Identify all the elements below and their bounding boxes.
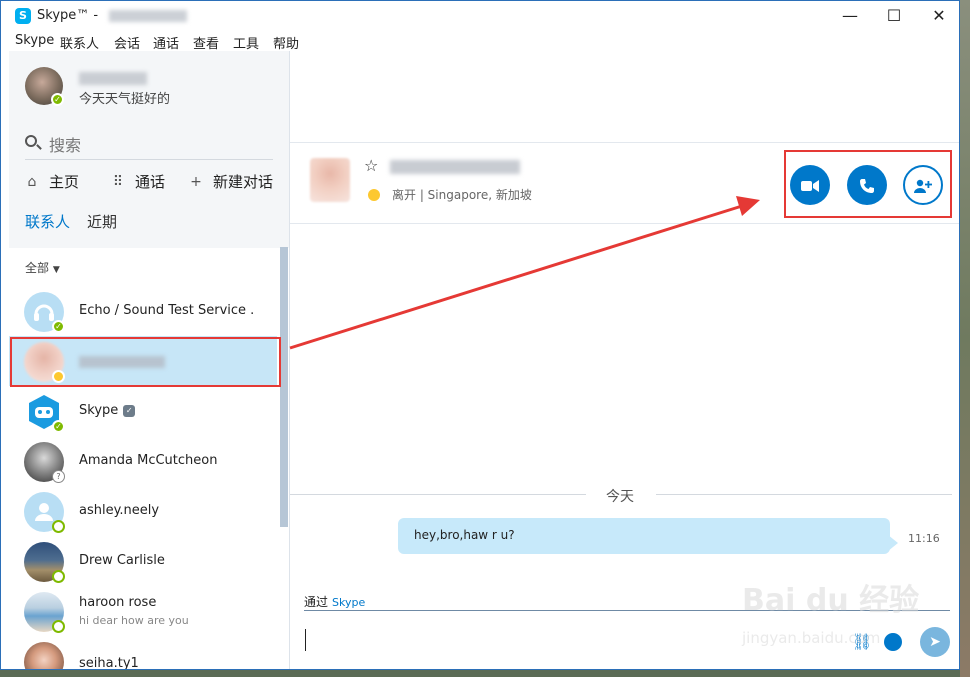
- search-icon: [25, 135, 37, 147]
- contact-drew[interactable]: Drew Carlisle: [9, 536, 277, 586]
- search-divider: [25, 159, 273, 160]
- away-clock-icon: [368, 189, 380, 201]
- profile-mood[interactable]: 今天天气挺好的: [79, 88, 170, 107]
- home-icon: ⌂: [27, 173, 37, 190]
- minimize-button[interactable]: —: [827, 1, 873, 31]
- contact-name: seiha.ty1: [79, 656, 139, 669]
- online-status-icon: ✓: [52, 320, 65, 333]
- dialpad-icon: ⠿: [112, 173, 124, 190]
- menu-call[interactable]: 通话: [153, 33, 179, 52]
- nav-new-chat-label: 新建对话: [213, 173, 274, 191]
- menu-bar: Skype 联系人 会话 通话 查看 工具 帮助: [1, 31, 959, 52]
- skype-window: S Skype™ - — ☐ ✕ Skype 联系人 会话 通话 查看 工具 帮…: [0, 0, 960, 670]
- contact-amanda[interactable]: ? Amanda McCutcheon: [9, 436, 277, 486]
- title-bar: S Skype™ - — ☐ ✕: [1, 1, 959, 31]
- contact-name: ashley.neely: [79, 503, 160, 518]
- offline-status-icon: [52, 620, 65, 633]
- annotation-box-contact: [10, 337, 281, 387]
- via-service-selector[interactable]: 通过 Skype: [304, 593, 365, 610]
- search-input[interactable]: 搜索: [49, 132, 81, 156]
- menu-skype[interactable]: Skype: [15, 33, 54, 48]
- maximize-button[interactable]: ☐: [871, 1, 917, 31]
- conversation-avatar[interactable]: [310, 158, 350, 202]
- search-box[interactable]: 搜索: [25, 131, 275, 155]
- contact-name: Skype ✓: [79, 403, 136, 418]
- conversation-header: ☆ 离开 | Singapore, 新加坡: [290, 144, 959, 224]
- profile-name-redacted: [79, 72, 147, 85]
- contact-ashley[interactable]: ashley.neely: [9, 486, 277, 536]
- nav-calls-label: 通话: [135, 173, 166, 191]
- via-label: 通过: [304, 595, 329, 609]
- nav-home-label: 主页: [49, 173, 80, 191]
- conversation-status: 离开 | Singapore, 新加坡: [392, 188, 532, 202]
- filter-label: 全部: [25, 261, 50, 275]
- menu-contacts[interactable]: 联系人: [60, 33, 99, 52]
- message-text: hey,bro,haw r u?: [414, 528, 515, 542]
- contact-name: Amanda McCutcheon: [79, 453, 218, 468]
- tab-contacts[interactable]: 联系人: [25, 211, 70, 232]
- contact-name: Echo / Sound Test Service .: [79, 303, 255, 318]
- star-icon[interactable]: ☆: [364, 156, 378, 175]
- close-button[interactable]: ✕: [916, 1, 959, 31]
- date-separator: 今天: [290, 484, 959, 505]
- offline-status-icon: [52, 520, 65, 533]
- contact-name: haroon rose: [79, 595, 157, 610]
- contact-haroon[interactable]: haroon rose hi dear how are you: [9, 586, 277, 636]
- contact-mood: hi dear how are you: [79, 614, 189, 627]
- watermark-sub: jingyan.baidu.com: [742, 629, 881, 647]
- message-time: 11:16: [908, 532, 940, 545]
- menu-conversations[interactable]: 会话: [114, 33, 140, 52]
- baidu-watermark: Bai du 经验 jingyan.baidu.com: [742, 575, 942, 655]
- contact-echo[interactable]: ✓ Echo / Sound Test Service .: [9, 286, 277, 336]
- menu-tools[interactable]: 工具: [233, 33, 259, 52]
- tab-recent[interactable]: 近期: [87, 211, 117, 232]
- sidebar-scrollbar[interactable]: [280, 247, 288, 527]
- sidebar-nav: ⌂ 主页 ⠿ 通话 + 新建对话: [25, 171, 285, 195]
- date-line-right: [656, 494, 952, 495]
- conversation-topbar: [290, 51, 959, 143]
- skype-logo-icon: S: [15, 8, 31, 24]
- unknown-status-icon: ?: [52, 470, 65, 483]
- message-bubble[interactable]: hey,bro,haw r u?: [398, 518, 890, 554]
- online-status-icon: ✓: [52, 420, 65, 433]
- via-service[interactable]: Skype: [332, 596, 365, 609]
- contact-skype[interactable]: ✓ Skype ✓: [9, 386, 277, 436]
- window-title: Skype™ -: [37, 8, 99, 23]
- contact-seiha[interactable]: seiha.ty1: [9, 636, 277, 669]
- online-status-icon: ✓: [51, 93, 64, 106]
- message-bubble-tail: [888, 535, 898, 551]
- offline-status-icon: [52, 570, 65, 583]
- desktop-background: [960, 0, 970, 677]
- contact-avatar: [24, 642, 64, 669]
- nav-calls[interactable]: ⠿ 通话: [111, 171, 165, 192]
- nav-new-chat[interactable]: + 新建对话: [189, 171, 273, 192]
- plus-icon: +: [190, 173, 202, 190]
- message-input[interactable]: [305, 629, 306, 651]
- nav-home[interactable]: ⌂ 主页: [25, 171, 79, 192]
- annotation-box-actions: [784, 150, 952, 218]
- sidebar-header: ✓ 今天天气挺好的 搜索 ⌂ 主页 ⠿ 通话 + 新建对话 联系人 近期: [9, 51, 289, 248]
- menu-view[interactable]: 查看: [193, 33, 219, 52]
- watermark-main: Bai du 经验: [742, 583, 920, 618]
- conversation-name-redacted: [390, 160, 520, 174]
- verified-icon: ✓: [123, 405, 136, 417]
- date-line-left: [290, 494, 586, 495]
- menu-help[interactable]: 帮助: [273, 33, 299, 52]
- chevron-down-icon: ▼: [52, 265, 60, 275]
- title-username-redacted: [109, 10, 187, 22]
- date-separator-label: 今天: [606, 489, 634, 505]
- contact-name: Drew Carlisle: [79, 553, 165, 568]
- contact-filter[interactable]: 全部 ▼: [25, 259, 60, 276]
